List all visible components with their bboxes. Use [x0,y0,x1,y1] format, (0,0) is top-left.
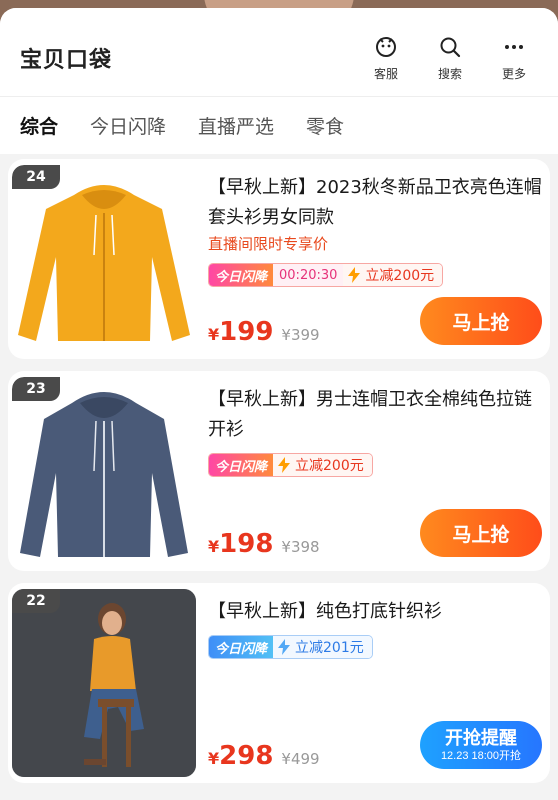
category-tabs: 综合 今日闪降 直播严选 零食 [0,96,558,154]
gray-hoodie-image [12,377,196,565]
currency-symbol: ¥ [208,749,220,768]
flash-deal-label: 今日闪降 [209,454,274,476]
yellow-hoodie-image [12,165,196,353]
price-block: ¥ 198 ¥398 [208,529,320,559]
search-icon [437,34,463,60]
customer-service-icon [373,34,399,60]
sheet-header: 宝贝口袋 客服 搜索 更多 综合 今日闪降 直播严选 零食 [0,8,558,154]
rank-badge: 23 [12,377,60,401]
price-block: ¥ 199 ¥399 [208,317,320,347]
flash-deal-label: 今日闪降 [209,636,274,658]
flash-deal-label: 今日闪降 [209,264,274,286]
rank-badge: 24 [12,165,60,189]
search-button[interactable]: 搜索 [418,34,482,82]
promo-text: 直播间限时专享价 [208,235,329,253]
remind-me-button[interactable]: 开抢提醒 12.23 18:00开抢 [420,721,542,769]
buy-now-button[interactable]: 马上抢 [420,297,542,345]
header-actions: 客服 搜索 更多 [354,34,546,82]
tab-flash-deals[interactable]: 今日闪降 [90,112,166,139]
bolt-icon [348,267,361,283]
current-price: 298 [219,741,274,771]
search-label: 搜索 [437,67,462,81]
current-price: 198 [219,529,274,559]
product-card[interactable]: 24 【早秋上新】2023秋冬新品卫衣亮色连帽套头衫男女同款 直播间限时专享价 … [8,159,550,359]
price-block: ¥ 298 ¥499 [208,741,320,771]
more-icon [501,34,527,60]
currency-symbol: ¥ [208,537,220,556]
flash-deal-tag: 今日闪降 00:20:30 立减200元 [208,263,444,287]
discount-text: 立减200元 [295,458,364,474]
original-price: ¥499 [281,750,320,768]
more-label: 更多 [501,67,526,81]
model-photo-image [12,589,196,777]
product-card[interactable]: 23 【早秋上新】男士连帽卫衣全棉纯色拉链开衫 今日闪降 立减200元 ¥ 19… [8,371,550,571]
product-title[interactable]: 【早秋上新】2023秋冬新品卫衣亮色连帽套头衫男女同款 [208,173,542,233]
sale-start-time: 12.23 18:00开抢 [440,750,522,762]
product-card[interactable]: 22 【早秋上新】纯色打底针织衫 今日闪降 立减201元 ¥ 298 ¥499 … [8,583,550,783]
product-bag-sheet: 宝贝口袋 客服 搜索 更多 综合 今日闪降 直播严选 零食 24 【早秋上新】2… [0,8,558,800]
discount-tag: 立减201元 [273,636,372,658]
discount-text: 立减200元 [365,268,435,284]
tab-all[interactable]: 综合 [20,112,58,139]
rank-badge: 22 [12,589,60,613]
buy-now-button[interactable]: 马上抢 [420,509,542,557]
bolt-icon [278,457,291,473]
flash-deal-tag: 今日闪降 立减201元 [208,635,373,659]
customer-service-label: 客服 [373,67,398,81]
original-price: ¥399 [281,326,320,344]
product-title[interactable]: 【早秋上新】纯色打底针织衫 [208,597,542,627]
product-title[interactable]: 【早秋上新】男士连帽卫衣全棉纯色拉链开衫 [208,385,542,445]
currency-symbol: ¥ [208,325,220,344]
product-image[interactable]: 23 [12,377,196,565]
remind-label: 开抢提醒 [445,728,517,748]
discount-tag: 立减200元 [343,264,443,286]
product-image[interactable]: 22 [12,589,196,777]
countdown-timer: 00:20:30 [273,264,344,286]
flash-deal-tag: 今日闪降 立减200元 [208,453,373,477]
bolt-icon [278,639,291,655]
tab-snacks[interactable]: 零食 [306,112,344,139]
current-price: 199 [219,317,274,347]
customer-service-button[interactable]: 客服 [354,34,418,82]
discount-text: 立减201元 [295,640,364,656]
tab-live-picks[interactable]: 直播严选 [198,112,274,139]
original-price: ¥398 [281,538,320,556]
more-button[interactable]: 更多 [482,34,546,82]
discount-tag: 立减200元 [273,454,372,476]
product-image[interactable]: 24 [12,165,196,353]
page-title: 宝贝口袋 [20,48,113,73]
